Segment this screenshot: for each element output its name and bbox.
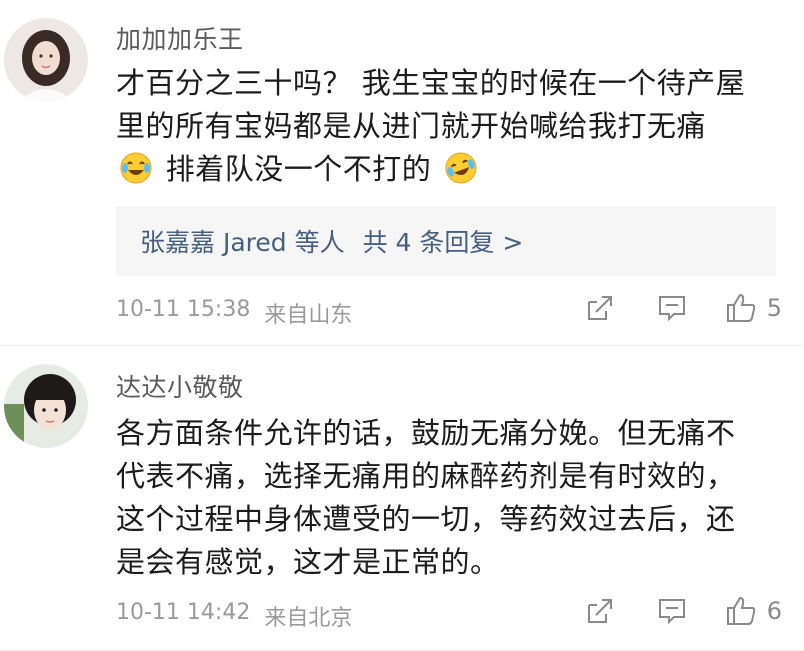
location: 来自北京 bbox=[264, 606, 353, 631]
location: 来自山东 bbox=[264, 303, 353, 328]
comment-text-line: 排着队没一个不打的 bbox=[116, 148, 786, 191]
replies-names[interactable]: 张嘉嘉 Jared 等人 bbox=[140, 223, 345, 259]
comment-icon bbox=[658, 296, 685, 322]
reply-button[interactable] bbox=[657, 596, 687, 626]
replies-preview[interactable]: 张嘉嘉 Jared 等人 共 4 条回复 > bbox=[116, 206, 776, 276]
comment-text-line: 才百分之三十吗？ 我生宝宝的时候在一个待产屋 bbox=[116, 66, 746, 100]
thumbs-up-icon bbox=[726, 293, 755, 322]
comment-item: 加加加乐王 才百分之三十吗？ 我生宝宝的时候在一个待产屋 里的所有宝妈都是从进门… bbox=[0, 0, 804, 346]
comment-text: 才百分之三十吗？ 我生宝宝的时候在一个待产屋 里的所有宝妈都是从进门就开始喊给我… bbox=[116, 62, 786, 191]
timestamp: 10-11 15:38 bbox=[116, 297, 251, 322]
comment-icon bbox=[658, 599, 685, 625]
like-button[interactable]: 6 bbox=[725, 595, 782, 627]
comment-item: 达达小敬敬 各方面条件允许的话，鼓励无痛分娩。但无痛不 代表不痛，选择无痛用的麻… bbox=[0, 346, 804, 651]
comment-text-line: 是会有感觉，这才是正常的。 bbox=[116, 545, 500, 579]
comment-meta: 10-11 14:42 来自北京 bbox=[116, 600, 352, 632]
username[interactable]: 加加加乐王 bbox=[116, 20, 244, 56]
comment-text: 各方面条件允许的话，鼓励无痛分娩。但无痛不 代表不痛，选择无痛用的麻醉药剂是有时… bbox=[116, 412, 786, 584]
comment-actions: 6 bbox=[585, 595, 782, 627]
comment-meta: 10-11 15:38 来自山东 bbox=[116, 297, 352, 329]
reply-button[interactable] bbox=[657, 293, 687, 323]
laughing-crying-icon bbox=[119, 151, 153, 185]
like-count: 6 bbox=[766, 597, 782, 625]
comment-text-inline: 排着队没一个不打的 bbox=[165, 152, 432, 186]
thumbs-up-icon bbox=[726, 596, 755, 625]
comment-text-line: 各方面条件允许的话，鼓励无痛分娩。但无痛不 bbox=[116, 416, 736, 450]
like-count: 5 bbox=[766, 294, 782, 322]
username[interactable]: 达达小敬敬 bbox=[116, 368, 244, 404]
comment-text-line: 里的所有宝妈都是从进门就开始喊给我打无痛 bbox=[116, 109, 707, 143]
comment-text-line: 代表不痛，选择无痛用的麻醉药剂是有时效的， bbox=[116, 459, 736, 493]
replies-count[interactable]: 共 4 条回复 > bbox=[363, 223, 524, 259]
share-icon bbox=[587, 296, 612, 320]
avatar[interactable] bbox=[4, 18, 88, 102]
laughing-crying-icon bbox=[444, 151, 478, 185]
avatar[interactable] bbox=[4, 364, 88, 448]
share-button[interactable] bbox=[585, 293, 615, 323]
share-button[interactable] bbox=[585, 596, 615, 626]
share-icon bbox=[587, 599, 612, 623]
timestamp: 10-11 14:42 bbox=[116, 600, 251, 625]
like-button[interactable]: 5 bbox=[725, 292, 782, 324]
comment-text-line: 这个过程中身体遭受的一切，等药效过去后，还 bbox=[116, 502, 736, 536]
comment-actions: 5 bbox=[585, 292, 782, 324]
